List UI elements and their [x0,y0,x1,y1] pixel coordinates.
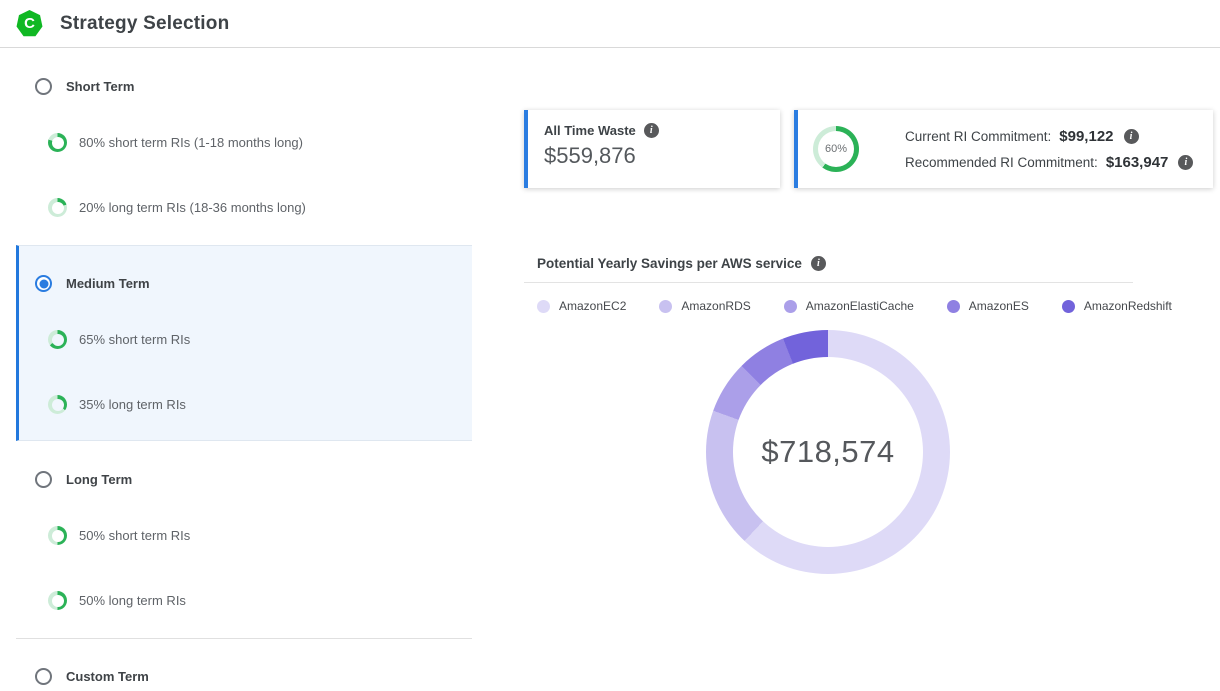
legend-label: AmazonElastiCache [806,299,914,313]
info-icon[interactable]: i [644,123,659,138]
progress-ring-icon [48,526,67,545]
legend-dot-icon [1062,300,1075,313]
radio-custom-term[interactable] [35,668,52,685]
waste-value: $559,876 [544,143,764,169]
chart-legend: AmazonEC2 AmazonRDS AmazonElastiCache Am… [537,299,1172,313]
strategy-list: Short Term 80% short term RIs (1-18 mont… [16,48,472,691]
strategy-label[interactable]: Short Term [66,79,134,94]
info-icon[interactable]: i [811,256,826,271]
current-ri-value: $99,122 [1059,128,1113,145]
legend-label: AmazonRDS [681,299,750,313]
chart-divider [524,282,1133,283]
radio-medium-term[interactable] [35,275,52,292]
strategy-label[interactable]: Long Term [66,472,132,487]
strategy-item-label: 50% long term RIs [79,593,186,608]
legend-item-amazones[interactable]: AmazonES [947,299,1029,313]
progress-ring-icon [48,198,67,217]
recommended-ri-label: Recommended RI Commitment: [905,155,1098,170]
info-icon[interactable]: i [1124,129,1139,144]
radio-short-term[interactable] [35,78,52,95]
savings-donut-chart: $718,574 [706,330,950,574]
legend-dot-icon [659,300,672,313]
strategy-item-label: 80% short term RIs (1-18 months long) [79,135,303,150]
coverage-percent: 60% [813,126,859,172]
page-title: Strategy Selection [60,13,229,35]
strategy-section-long-term: Long Term 50% short term RIs 50% long te… [16,441,472,610]
strategy-item-label: 50% short term RIs [79,528,190,543]
legend-item-amazonelasticache[interactable]: AmazonElastiCache [784,299,914,313]
legend-label: AmazonRedshift [1084,299,1172,313]
progress-ring-icon [48,395,67,414]
strategy-label[interactable]: Medium Term [66,276,150,291]
legend-dot-icon [537,300,550,313]
summary-pane: All Time Waste i $559,876 60% Current RI… [524,48,1220,691]
progress-ring-icon [48,330,67,349]
radio-long-term[interactable] [35,471,52,488]
strategy-item-label: 20% long term RIs (18-36 months long) [79,200,306,215]
legend-item-amazonrds[interactable]: AmazonRDS [659,299,750,313]
current-ri-label: Current RI Commitment: [905,129,1051,144]
legend-item-amazonec2[interactable]: AmazonEC2 [537,299,626,313]
info-icon[interactable]: i [1178,155,1193,170]
coverage-ring-icon: 60% [813,126,859,172]
strategy-item-label: 65% short term RIs [79,332,190,347]
waste-card-label: All Time Waste [544,123,636,138]
donut-center-total: $718,574 [706,330,950,574]
legend-dot-icon [784,300,797,313]
strategy-section-short-term: Short Term 80% short term RIs (1-18 mont… [16,48,472,245]
strategy-label[interactable]: Custom Term [66,669,149,684]
page-header: C Strategy Selection [0,0,1220,48]
legend-label: AmazonEC2 [559,299,626,313]
strategy-section-medium-term: Medium Term 65% short term RIs 35% long … [16,245,472,441]
app-logo-icon: C [16,10,43,37]
legend-item-amazonredshift[interactable]: AmazonRedshift [1062,299,1172,313]
legend-dot-icon [947,300,960,313]
progress-ring-icon [48,133,67,152]
recommended-ri-value: $163,947 [1106,154,1169,171]
legend-label: AmazonES [969,299,1029,313]
ri-commitment-card: 60% Current RI Commitment: $99,122 i Rec… [794,110,1213,188]
progress-ring-icon [48,591,67,610]
chart-title: Potential Yearly Savings per AWS service [537,256,802,271]
all-time-waste-card: All Time Waste i $559,876 [524,110,780,188]
strategy-section-custom-term: Custom Term I prefer something different [16,639,472,691]
strategy-item-label: 35% long term RIs [79,397,186,412]
